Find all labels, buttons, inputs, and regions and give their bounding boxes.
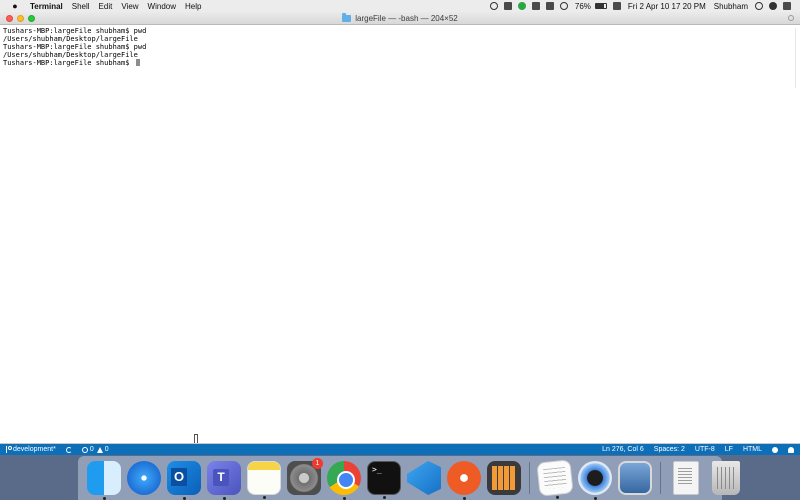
sync-icon xyxy=(65,446,72,453)
spotlight-search-icon[interactable] xyxy=(755,2,763,10)
menu-extras: 76% Fri 2 Apr 10 17 20 PM Shubham xyxy=(487,2,794,11)
notifications-button[interactable] xyxy=(788,446,794,453)
safari-icon[interactable] xyxy=(127,461,161,495)
outlook-icon[interactable] xyxy=(167,461,201,500)
indentation[interactable]: Spaces: 2 xyxy=(654,446,685,453)
battery-icon[interactable] xyxy=(594,3,607,9)
git-branch-icon xyxy=(6,446,12,453)
terminal-scrollbar[interactable] xyxy=(795,28,799,88)
running-indicator xyxy=(555,495,559,500)
toolbar-toggle-button[interactable] xyxy=(788,15,794,21)
textedit-icon[interactable] xyxy=(536,459,574,500)
notification-badge: 1 xyxy=(312,458,323,469)
terminal-prompt: Tushars-MBP:largeFile shubham$ xyxy=(3,59,134,67)
teams-icon[interactable] xyxy=(207,461,241,500)
vscode-icon[interactable] xyxy=(407,461,441,495)
menu-shell[interactable]: Shell xyxy=(72,2,90,11)
git-branch-label: development* xyxy=(13,446,56,453)
record-icon[interactable] xyxy=(489,2,498,10)
language-mode[interactable]: HTML xyxy=(743,446,762,453)
calculator-icon[interactable] xyxy=(487,461,521,495)
apple-menu-icon[interactable]: ● xyxy=(10,1,20,11)
menu-edit[interactable]: Edit xyxy=(99,2,113,11)
window-title-bar[interactable]: largeFile — -bash — 204×52 xyxy=(0,12,800,25)
security-icon[interactable] xyxy=(531,2,540,10)
menu-help[interactable]: Help xyxy=(185,2,201,11)
terminal-line: /Users/shubham/Desktop/largeFile xyxy=(3,35,138,43)
fullscreen-button[interactable] xyxy=(28,15,35,22)
window-resize-handle[interactable] xyxy=(194,434,198,443)
document-icon[interactable] xyxy=(673,461,699,495)
running-indicator xyxy=(382,496,386,499)
quicktime-icon[interactable] xyxy=(578,461,612,500)
problems-button[interactable]: 0 0 xyxy=(81,446,109,453)
app-status-icon[interactable] xyxy=(503,2,512,10)
menu-window[interactable]: Window xyxy=(148,2,176,11)
terminal-line: Tushars-MBP:largeFile shubham$ pwd xyxy=(3,27,147,35)
window-title: largeFile — -bash — 204×52 xyxy=(342,12,458,23)
terminal-prompt-line[interactable]: Tushars-MBP:largeFile shubham$ xyxy=(3,59,146,67)
terminal-window: largeFile — -bash — 204×52 Tushars-MBP:l… xyxy=(0,12,800,444)
encoding[interactable]: UTF-8 xyxy=(695,446,715,453)
terminal-output[interactable]: Tushars-MBP:largeFile shubham$ pwd /User… xyxy=(3,27,146,67)
error-icon xyxy=(81,446,88,453)
input-source-icon[interactable] xyxy=(612,2,621,10)
window-title-text: largeFile — -bash — 204×52 xyxy=(355,13,458,23)
battery-percent[interactable]: 76% xyxy=(575,2,591,11)
folder-icon xyxy=(342,12,352,22)
close-button[interactable] xyxy=(6,15,13,22)
cursor-position[interactable]: Ln 276, Col 6 xyxy=(602,446,644,453)
preview-icon[interactable] xyxy=(618,461,652,495)
feedback-button[interactable] xyxy=(772,446,778,453)
notes-icon[interactable] xyxy=(247,461,281,499)
minimize-button[interactable] xyxy=(17,15,24,22)
git-branch-button[interactable]: development* xyxy=(6,446,56,453)
terminal-line: Tushars-MBP:largeFile shubham$ pwd xyxy=(3,43,147,51)
warning-icon xyxy=(96,446,103,453)
warning-count: 0 xyxy=(104,446,109,453)
terminal-line: /Users/shubham/Desktop/largeFile xyxy=(3,51,138,59)
dock-separator xyxy=(660,462,661,494)
finder-icon[interactable] xyxy=(87,461,121,500)
dock: 1 xyxy=(78,456,740,500)
system-preferences-icon[interactable]: 1 xyxy=(287,458,323,495)
window-controls xyxy=(6,15,35,22)
error-count: 0 xyxy=(89,446,94,453)
status-right: Ln 276, Col 6 Spaces: 2 UTF-8 LF HTML xyxy=(592,446,794,453)
bell-icon xyxy=(788,446,794,453)
chrome-icon[interactable] xyxy=(327,461,361,500)
wifi-icon[interactable] xyxy=(559,2,568,10)
terminal-icon[interactable] xyxy=(367,461,401,499)
postman-icon[interactable] xyxy=(447,461,481,500)
running-indicator xyxy=(262,496,266,499)
dock-separator xyxy=(529,462,530,494)
text-cursor xyxy=(135,59,140,66)
menu-bar: ● Terminal Shell Edit View Window Help 7… xyxy=(0,0,800,12)
menu-app-name[interactable]: Terminal xyxy=(30,2,63,11)
control-center-icon[interactable] xyxy=(769,2,777,10)
sync-button[interactable] xyxy=(65,446,72,453)
feedback-icon xyxy=(772,446,778,453)
end-of-line[interactable]: LF xyxy=(725,446,733,453)
menu-clock[interactable]: Fri 2 Apr 10 17 20 PM xyxy=(628,2,706,11)
trash-icon[interactable] xyxy=(712,461,740,495)
menu-user[interactable]: Shubham xyxy=(714,2,748,11)
bluetooth-icon[interactable] xyxy=(545,2,554,10)
shield-icon[interactable] xyxy=(517,2,526,10)
notification-center-icon[interactable] xyxy=(783,2,791,10)
editor-status-bar: development* 0 0 Ln 276, Col 6 Spaces: 2… xyxy=(0,444,800,455)
menu-view[interactable]: View xyxy=(121,2,138,11)
